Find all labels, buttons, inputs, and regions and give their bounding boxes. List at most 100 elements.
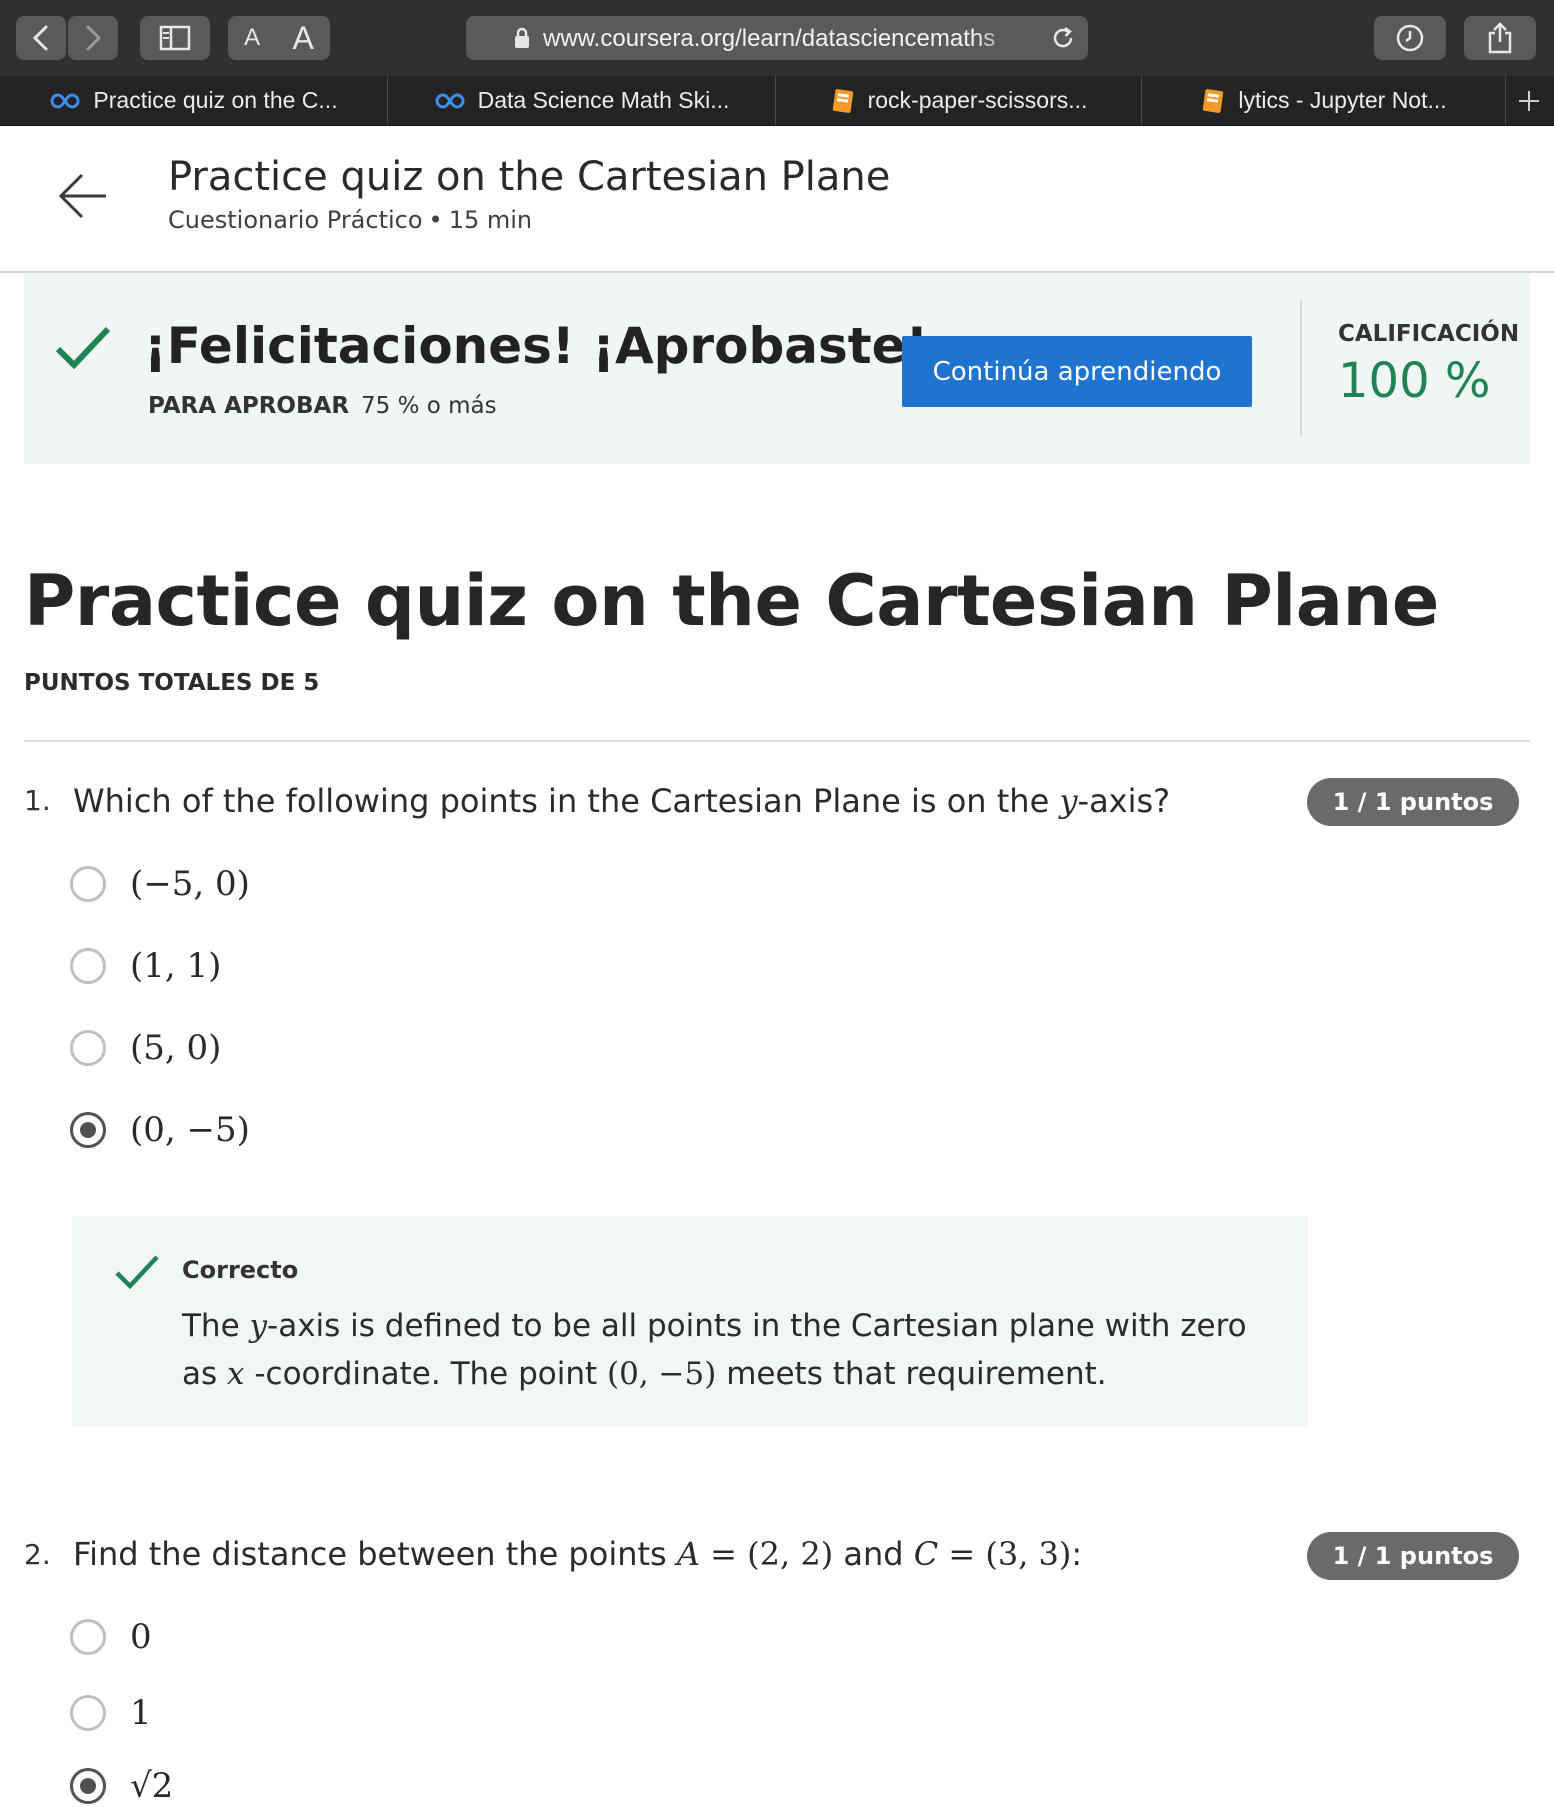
- pass-message: ¡Felicitaciones! ¡Aprobaste!: [144, 317, 929, 375]
- points-badge: 1 / 1 puntos: [1307, 778, 1519, 826]
- math-variable: y: [249, 1308, 268, 1344]
- separator-dot: •: [428, 206, 443, 234]
- feedback-text: The y-axis is defined to be all points i…: [182, 1302, 1282, 1398]
- history-button[interactable]: [1374, 16, 1446, 60]
- answer-option[interactable]: (1, 1): [70, 944, 221, 988]
- reload-icon[interactable]: [1050, 25, 1076, 51]
- header-subtitle: Cuestionario Práctico • 15 min: [168, 206, 532, 234]
- pass-value: 75 % o más: [361, 393, 497, 419]
- chevron-left-icon: [32, 25, 48, 51]
- quiz-title: Practice quiz on the Cartesian Plane: [24, 560, 1439, 642]
- radio-button[interactable]: [70, 1695, 106, 1731]
- question-text: Find the distance between the points A =…: [73, 1535, 1082, 1573]
- answer-option[interactable]: (5, 0): [70, 1026, 221, 1070]
- option-label: 0: [130, 1617, 152, 1657]
- answer-option[interactable]: (−5, 0): [70, 862, 250, 906]
- tab-label: Practice quiz on the C...: [93, 87, 338, 113]
- question-number: 1.: [24, 784, 51, 817]
- share-icon: [1488, 22, 1512, 54]
- question-text-part: and: [833, 1535, 914, 1573]
- new-tab-button[interactable]: [1504, 76, 1554, 125]
- question-text-part: :: [1071, 1535, 1083, 1573]
- feedback-box: Correcto The y-axis is defined to be all…: [72, 1216, 1308, 1426]
- continue-learning-button[interactable]: Continúa aprendiendo: [902, 336, 1252, 407]
- total-points: PUNTOS TOTALES DE 5: [24, 670, 320, 696]
- radio-button[interactable]: [70, 948, 106, 984]
- math-expression: = (2, 2): [699, 1535, 834, 1573]
- tab-jupyter-notebook[interactable]: lytics - Jupyter Not...: [1142, 76, 1506, 125]
- coursera-icon: [434, 92, 466, 110]
- lock-icon: [515, 27, 529, 48]
- sidebar-icon: [159, 25, 191, 51]
- option-label: (1, 1): [130, 946, 222, 986]
- sidebar-button[interactable]: [140, 16, 210, 60]
- text-smaller-button[interactable]: A: [244, 24, 260, 52]
- tab-bar: Practice quiz on the C... Data Science M…: [0, 76, 1554, 126]
- passing-requirement: PARA APROBAR 75 % o más: [148, 393, 497, 419]
- back-arrow-button[interactable]: [58, 171, 108, 225]
- quiz-type: Cuestionario Práctico: [168, 206, 423, 234]
- plus-icon: [1519, 90, 1539, 111]
- answer-option-selected[interactable]: √2: [70, 1764, 173, 1808]
- forward-button[interactable]: [68, 16, 118, 60]
- share-button[interactable]: [1464, 16, 1536, 60]
- question-text-part: -axis?: [1077, 782, 1171, 820]
- grade-label: CALIFICACIÓN: [1338, 321, 1520, 347]
- math-variable: y: [1059, 782, 1078, 820]
- question-text-part: Which of the following points in the Car…: [73, 782, 1060, 820]
- jupyter-book-icon: [830, 88, 856, 114]
- radio-button[interactable]: [70, 866, 106, 902]
- tab-label: Data Science Math Ski...: [477, 87, 730, 113]
- page-header: Practice quiz on the Cartesian Plane Cue…: [0, 126, 1554, 273]
- clock-icon: [1396, 24, 1424, 52]
- radio-button-selected[interactable]: [70, 1112, 106, 1148]
- pass-label: PARA APROBAR: [148, 393, 350, 419]
- jupyter-book-icon: [1200, 88, 1226, 114]
- option-label: (−5, 0): [130, 864, 250, 904]
- grade-value: 100 %: [1338, 353, 1491, 409]
- option-label: (0, −5): [130, 1110, 250, 1150]
- quiz-duration: 15 min: [448, 206, 533, 234]
- feedback-title: Correcto: [182, 1256, 299, 1284]
- arrow-left-icon: [58, 173, 106, 219]
- tab-data-science-math[interactable]: Data Science Math Ski...: [388, 76, 776, 125]
- browser-toolbar: A A www.coursera.org/learn/datasciencema…: [0, 0, 1554, 77]
- check-icon: [55, 326, 111, 370]
- option-label: 1: [130, 1693, 152, 1733]
- tab-rock-paper-scissors[interactable]: rock-paper-scissors...: [776, 76, 1142, 125]
- text-larger-button[interactable]: A: [292, 20, 313, 57]
- radio-button[interactable]: [70, 1619, 106, 1655]
- divider: [24, 740, 1530, 742]
- coursera-icon: [49, 92, 81, 110]
- question-text: Which of the following points in the Car…: [73, 782, 1170, 820]
- url-text: www.coursera.org/learn/datasciencemaths: [543, 25, 996, 52]
- math-expression: (0, −5): [607, 1356, 717, 1392]
- radio-button-selected[interactable]: [70, 1768, 106, 1804]
- answer-option-selected[interactable]: (0, −5): [70, 1108, 250, 1152]
- option-label: (5, 0): [130, 1028, 222, 1068]
- feedback-text-part: The: [182, 1308, 250, 1344]
- tab-label: rock-paper-scissors...: [867, 87, 1088, 113]
- math-variable: x: [227, 1356, 245, 1392]
- header-title: Practice quiz on the Cartesian Plane: [168, 154, 891, 200]
- points-badge: 1 / 1 puntos: [1307, 1532, 1519, 1580]
- divider: [1300, 300, 1302, 437]
- option-label: √2: [130, 1766, 174, 1806]
- radio-button[interactable]: [70, 1030, 106, 1066]
- math-expression: = (3, 3): [938, 1535, 1072, 1573]
- chevron-right-icon: [86, 25, 102, 51]
- math-variable: A: [676, 1535, 700, 1573]
- address-bar[interactable]: www.coursera.org/learn/datasciencemaths: [466, 16, 1088, 60]
- answer-option[interactable]: 1: [70, 1691, 152, 1735]
- tab-practice-quiz[interactable]: Practice quiz on the C...: [0, 76, 388, 125]
- answer-option[interactable]: 0: [70, 1615, 152, 1659]
- tab-label: lytics - Jupyter Not...: [1238, 87, 1447, 113]
- text-size-buttons: A A: [228, 16, 330, 60]
- feedback-text-part: -coordinate. The point: [244, 1356, 608, 1392]
- check-icon: [115, 1255, 159, 1290]
- back-button[interactable]: [16, 16, 66, 60]
- question-number: 2.: [24, 1538, 51, 1571]
- question-text-part: Find the distance between the points: [73, 1535, 677, 1573]
- result-banner: ¡Felicitaciones! ¡Aprobaste! PARA APROBA…: [24, 273, 1530, 464]
- feedback-text-part: meets that requirement.: [716, 1356, 1107, 1392]
